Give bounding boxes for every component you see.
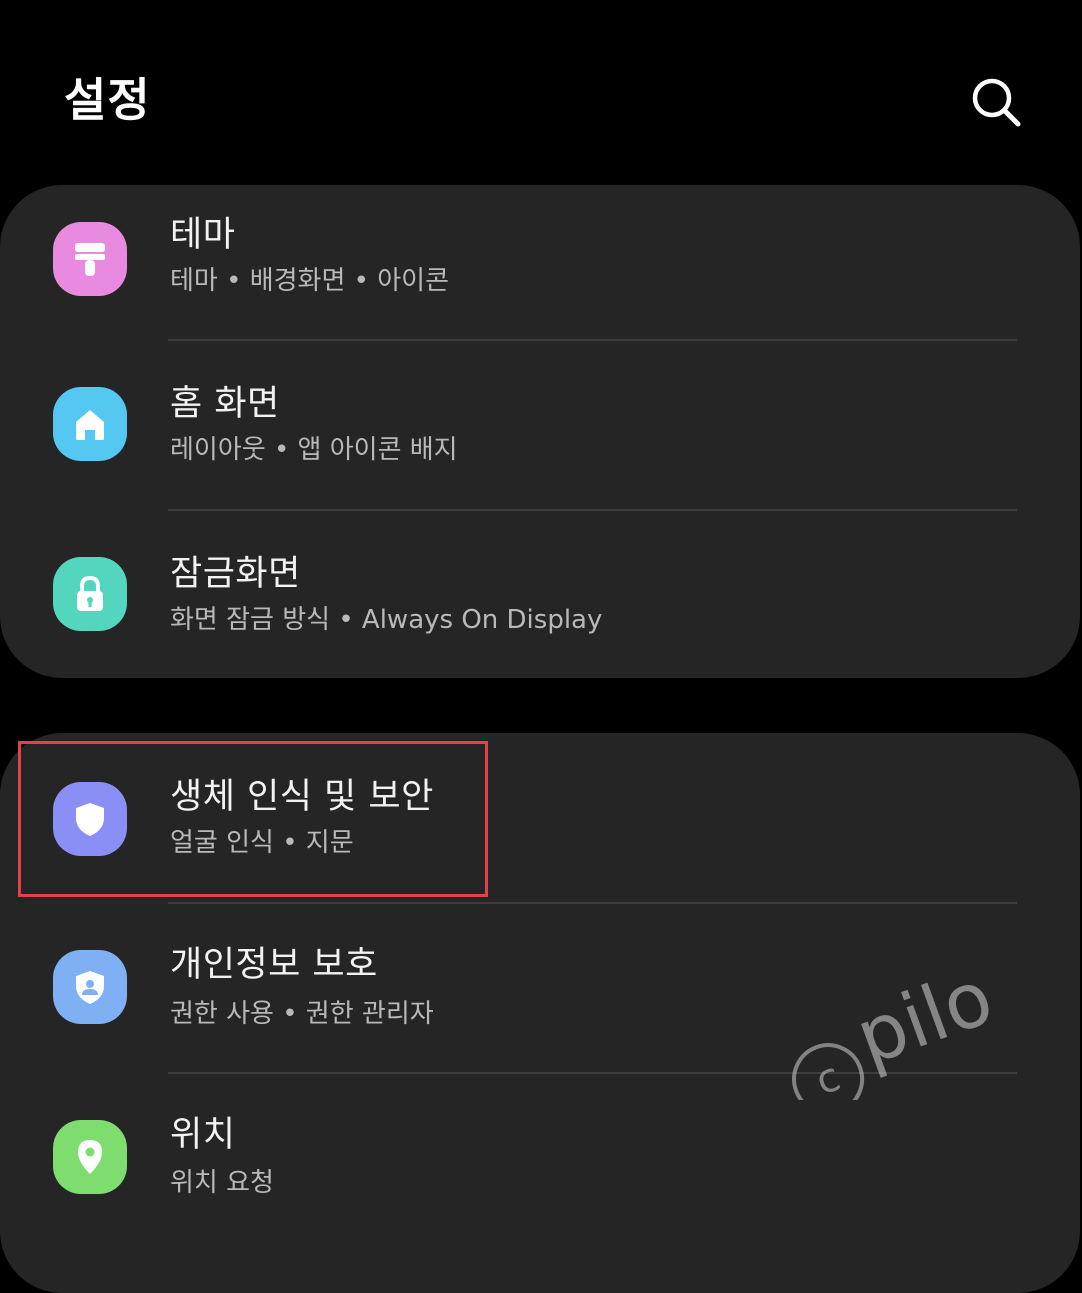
search-button[interactable] [968,74,1024,130]
page-title: 설정 [64,73,151,127]
settings-item-title: 홈 화면 [170,384,280,424]
search-icon [972,78,1021,127]
settings-item-subtitle: 위치 요청 [170,1168,274,1198]
watermark-text: pilo [845,960,1004,1082]
location-pin-icon [53,1120,127,1194]
settings-item-subtitle: 권한 사용 • 권한 관리자 [170,999,434,1029]
lock-icon [53,557,127,631]
settings-item-home-screen[interactable]: 홈 화면 레이아웃 • 앱 아이콘 배지 [0,340,1080,510]
settings-item-subtitle: 화면 잠금 방식 • Always On Display [170,605,603,635]
watermark: c pilo [792,960,1004,1100]
privacy-shield-icon [53,950,127,1024]
settings-item-subtitle: 테마 • 배경화면 • 아이콘 [170,266,450,296]
settings-item-title: 위치 [170,1115,236,1155]
settings-item-title: 잠금화면 [170,554,301,594]
settings-item-subtitle: 레이아웃 • 앱 아이콘 배지 [170,435,458,465]
paint-brush-icon [53,222,127,296]
settings-item-themes[interactable]: 테마 테마 • 배경화면 • 아이콘 [0,185,1080,355]
settings-item-lock-screen[interactable]: 잠금화면 화면 잠금 방식 • Always On Display [0,510,1080,680]
highlight-box [18,741,488,897]
settings-item-title: 테마 [170,215,236,255]
watermark-copyright: c [810,1054,846,1100]
home-icon [53,387,127,461]
settings-item-title: 개인정보 보호 [170,945,378,985]
